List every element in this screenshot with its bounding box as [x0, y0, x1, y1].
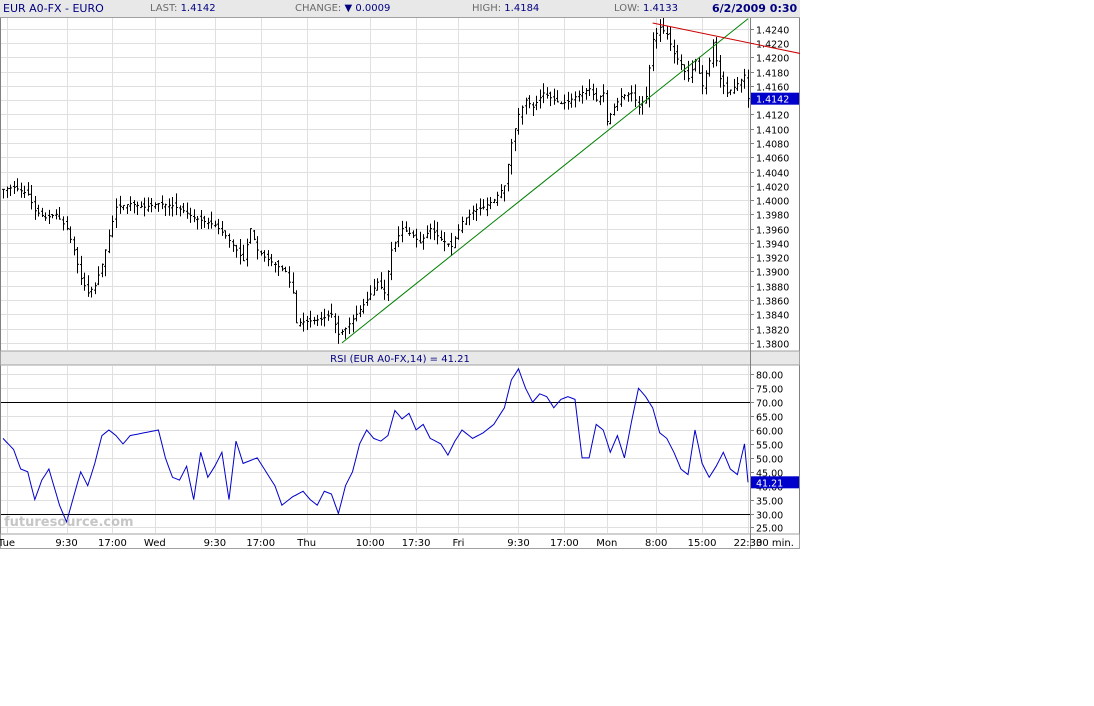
price-tick-label: 1.3900 [756, 268, 789, 279]
price-tick-label: 1.4040 [756, 169, 789, 180]
rsi-tick-label: 60.00 [756, 427, 783, 438]
rsi-tick-label: 70.00 [756, 399, 783, 410]
time-axis-label: 15:00 [688, 538, 717, 549]
rsi-last-label: 41.21 [756, 478, 783, 489]
price-tick-label: 1.4000 [756, 197, 789, 208]
price-tick-label: 1.3840 [756, 311, 789, 322]
price-tick-label: 1.4080 [756, 140, 789, 151]
price-tick-label: 1.4120 [756, 111, 789, 122]
time-axis-label: Tue [0, 538, 15, 549]
price-tick-label: 1.4240 [756, 26, 789, 37]
low-quote: LOW: 1.4133 [614, 2, 678, 15]
rsi-tick-label: 80.00 [756, 371, 783, 382]
last-price-label: 1.4142 [756, 95, 789, 106]
rsi-tick-label: 35.00 [756, 497, 783, 508]
down-arrow-icon: ▼ [344, 3, 353, 14]
time-axis-label: Fri [453, 538, 465, 549]
time-axis-label: 8:00 [645, 538, 667, 549]
change-value: 0.0009 [355, 3, 391, 14]
price-tick-label: 1.4180 [756, 69, 789, 80]
low-value: 1.4133 [642, 3, 678, 14]
price-tick-label: 1.3800 [756, 340, 789, 351]
rsi-tick-label: 75.00 [756, 385, 783, 396]
change-label: CHANGE: [295, 3, 342, 14]
price-tick-label: 1.3860 [756, 297, 789, 308]
time-axis-label: Thu [296, 538, 316, 549]
chart-canvas: 1.42401.42201.42001.41801.41601.41401.41… [0, 0, 800, 549]
low-label: LOW: [614, 3, 640, 14]
high-quote: HIGH: 1.4184 [472, 2, 539, 15]
time-axis-label: 17:00 [550, 538, 579, 549]
rsi-title: RSI (EUR A0-FX,14) = 41.21 [330, 354, 470, 365]
time-axis-label: 9:30 [55, 538, 77, 549]
last-label: LAST: [150, 3, 178, 14]
price-tick-label: 1.3920 [756, 254, 789, 265]
quote-header: EUR A0-FX - EURO LAST: 1.4142 CHANGE: ▼ … [0, 0, 800, 18]
price-tick-label: 1.3820 [756, 326, 789, 337]
watermark-logo: futuresource.com [4, 515, 134, 530]
last-quote: LAST: 1.4142 [150, 2, 216, 15]
rsi-tick-label: 65.00 [756, 413, 783, 424]
price-tick-label: 1.3940 [756, 240, 789, 251]
price-tick-label: 1.4100 [756, 126, 789, 137]
price-tick-label: 1.4200 [756, 54, 789, 65]
symbol-title: EUR A0-FX - EURO [3, 2, 104, 15]
time-axis-label: 17:30 [402, 538, 431, 549]
time-axis-label: 10:00 [356, 538, 385, 549]
price-tick-label: 1.4060 [756, 154, 789, 165]
last-value: 1.4142 [180, 3, 216, 14]
interval-label: 30 min. [756, 538, 794, 549]
time-axis-label: Mon [596, 538, 617, 549]
rsi-tick-label: 25.00 [756, 524, 783, 535]
change-quote: CHANGE: ▼ 0.0009 [295, 2, 390, 15]
time-axis-label: Wed [144, 538, 166, 549]
price-tick-label: 1.4160 [756, 83, 789, 94]
rsi-tick-label: 55.00 [756, 441, 783, 452]
rsi-tick-label: 30.00 [756, 511, 783, 522]
time-axis-label: 17:00 [246, 538, 275, 549]
time-axis-label: 9:30 [507, 538, 529, 549]
high-value: 1.4184 [504, 3, 540, 14]
price-tick-label: 1.3880 [756, 283, 789, 294]
time-axis-label: 17:00 [98, 538, 127, 549]
rsi-tick-label: 50.00 [756, 455, 783, 466]
chart-frame: 1.42401.42201.42001.41801.41601.41401.41… [0, 0, 800, 549]
price-tick-label: 1.3980 [756, 211, 789, 222]
high-label: HIGH: [472, 3, 502, 14]
time-axis-label: 9:30 [204, 538, 226, 549]
price-tick-label: 1.4020 [756, 183, 789, 194]
price-tick-label: 1.3960 [756, 226, 789, 237]
quote-datetime: 6/2/2009 0:30 [712, 2, 798, 15]
